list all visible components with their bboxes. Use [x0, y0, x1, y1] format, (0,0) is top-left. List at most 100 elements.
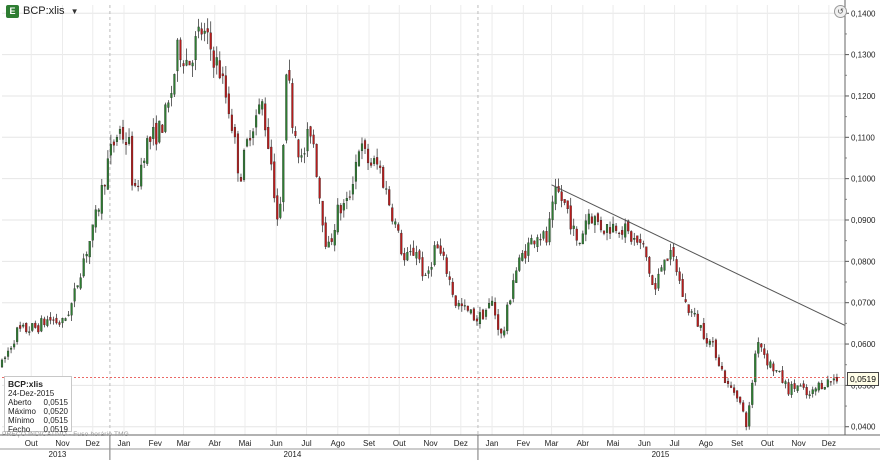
- candle-body: [708, 340, 711, 345]
- candle-body: [475, 318, 479, 322]
- ohlc-info-box: BCP:xlis 24-Dez-2015 Aberto 0,0515 Máxim…: [4, 376, 72, 434]
- candle-body: [22, 324, 25, 327]
- candle-body: [451, 281, 454, 295]
- candle-body: [391, 207, 394, 222]
- candle-body: [76, 285, 79, 288]
- candle-body: [745, 412, 748, 427]
- candle-body: [742, 402, 745, 412]
- candle-body: [663, 259, 666, 271]
- candle-body: [599, 220, 603, 231]
- candle-body: [118, 129, 122, 134]
- spreadsheet-icon[interactable]: E: [6, 4, 19, 18]
- candle-body: [506, 304, 509, 332]
- candle-body: [478, 312, 482, 325]
- candle-body: [487, 303, 491, 309]
- candle-body: [457, 303, 460, 307]
- y-tick-label: 0,1400: [851, 9, 876, 18]
- x-month-label: Dez: [822, 439, 836, 448]
- candle-body: [530, 238, 533, 245]
- candle-body: [327, 241, 330, 248]
- candle-body: [775, 370, 778, 372]
- candle-body: [67, 314, 70, 316]
- candle-body: [639, 239, 642, 243]
- candle-body: [19, 325, 22, 329]
- candle-body: [787, 382, 790, 395]
- x-month-label: Fev: [517, 439, 530, 448]
- candle-body: [273, 161, 276, 199]
- candle-body: [769, 361, 772, 368]
- candle-body: [826, 379, 829, 387]
- candle-body: [624, 223, 627, 238]
- candle-body: [73, 288, 76, 302]
- candle-body: [261, 101, 264, 110]
- candle-body: [366, 148, 370, 164]
- candle-body: [666, 258, 669, 261]
- price-chart: 0,1400 0,1300 0,1200 0,1100 0,1000 0,0900 0,08…: [0, 0, 880, 460]
- candle-body: [657, 273, 660, 289]
- candle-body: [373, 158, 376, 164]
- candle-body: [285, 74, 288, 141]
- candle-body: [521, 253, 524, 261]
- candle-body: [85, 254, 88, 257]
- x-month-label: Out: [761, 439, 775, 448]
- candle-body: [524, 250, 527, 259]
- candle-body: [185, 59, 188, 66]
- candle-body: [409, 251, 412, 253]
- candle-body: [79, 277, 82, 289]
- candle-body: [448, 276, 451, 280]
- info-box-title: BCP:xlis: [8, 379, 43, 389]
- candle-body: [415, 252, 418, 259]
- candle-body: [602, 230, 606, 234]
- symbol-label[interactable]: BCP:xlis: [23, 5, 65, 17]
- candle-body: [748, 405, 751, 427]
- candle-body: [212, 50, 215, 68]
- candle-body: [503, 330, 506, 336]
- candle-body: [832, 378, 835, 381]
- candle-body: [297, 139, 300, 158]
- candle-body: [760, 343, 763, 348]
- candle-body: [757, 342, 760, 354]
- candle-body: [491, 300, 494, 306]
- candle-body: [342, 203, 345, 211]
- candle-body: [581, 233, 584, 245]
- candle-body: [43, 318, 46, 326]
- candle-body: [515, 270, 518, 283]
- candle-body: [733, 387, 736, 393]
- candle-body: [778, 370, 781, 373]
- candle-body: [221, 73, 224, 77]
- candle-body: [484, 309, 488, 317]
- x-month-label: Mar: [545, 439, 559, 448]
- candle-body: [630, 231, 633, 242]
- candle-body: [469, 309, 472, 314]
- candle-body: [793, 383, 796, 389]
- candle-body: [412, 247, 415, 256]
- caret-down-icon[interactable]: ▼: [71, 7, 79, 16]
- candle-body: [143, 160, 146, 163]
- candle-body: [642, 243, 645, 245]
- candle-body: [224, 75, 227, 98]
- candle-body: [203, 30, 206, 34]
- candle-body: [137, 185, 140, 187]
- y-tick-label: 0,0600: [851, 340, 876, 349]
- candle-body: [336, 204, 339, 233]
- candle-body: [633, 238, 636, 240]
- candle-body: [333, 230, 336, 246]
- candle-body: [584, 220, 587, 235]
- candle-body: [539, 239, 542, 241]
- zoom-reset-icon[interactable]: ↺: [834, 5, 847, 18]
- candle-body: [351, 183, 354, 195]
- candle-body: [527, 242, 530, 256]
- candle-body: [726, 380, 730, 384]
- candle-body: [179, 39, 182, 61]
- candle-body: [46, 319, 49, 326]
- candle-body: [140, 164, 143, 187]
- chart-toolbar: E BCP:xlis ▼: [0, 0, 78, 22]
- candle-body: [436, 244, 439, 249]
- candle-body: [651, 275, 654, 286]
- candle-body: [669, 250, 672, 260]
- candle-body: [330, 238, 333, 242]
- candle-body: [509, 300, 512, 305]
- candle-body: [13, 343, 16, 348]
- candle-body: [315, 143, 318, 177]
- candle-body: [206, 28, 209, 33]
